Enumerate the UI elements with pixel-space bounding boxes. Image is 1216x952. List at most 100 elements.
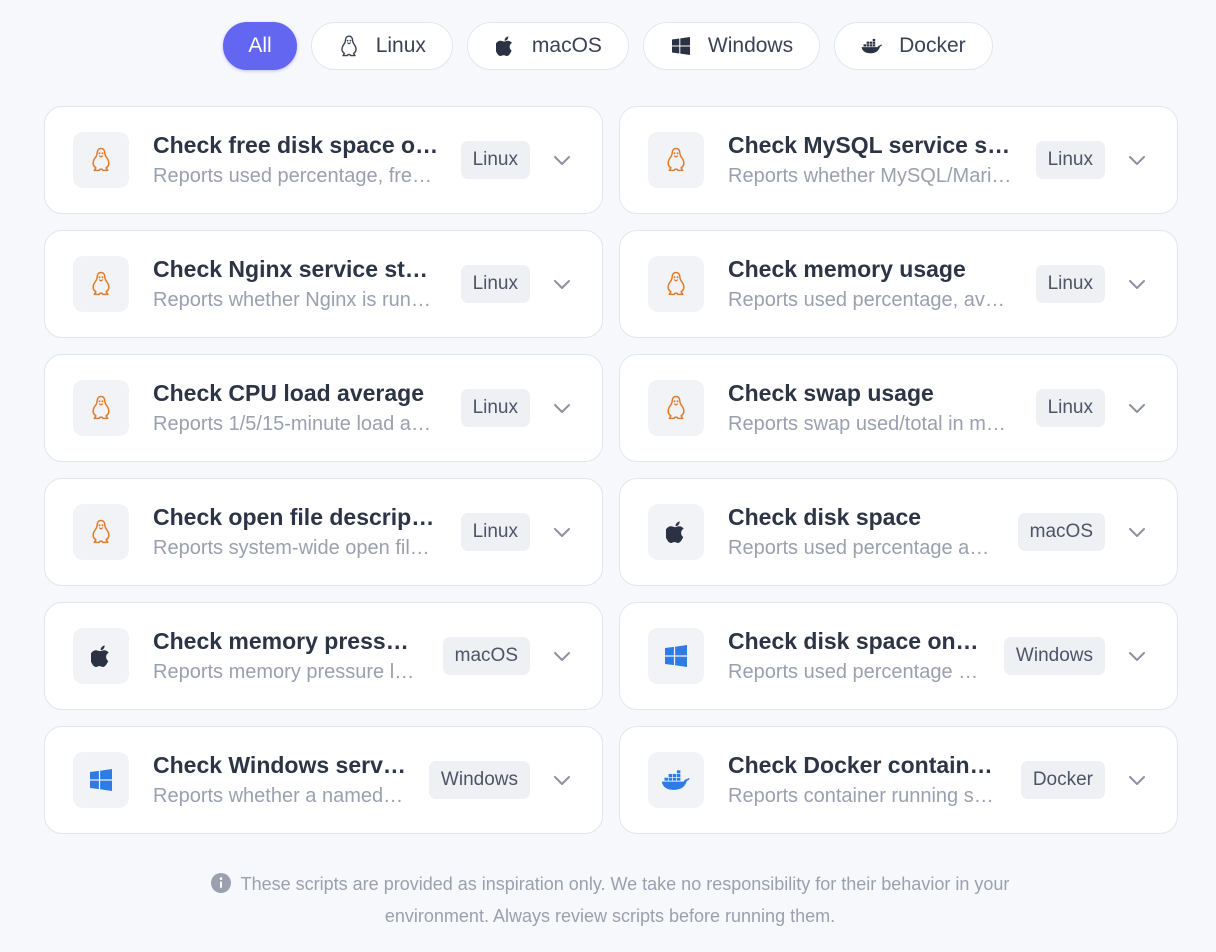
info-icon [210, 873, 231, 893]
linux-icon [667, 395, 685, 420]
script-description: Reports 1/5/15-minute load averages [153, 413, 439, 435]
filter-label: macOS [531, 34, 602, 57]
chevron-down-icon[interactable] [552, 770, 572, 790]
script-card[interactable]: Check Nginx service status Reports wheth… [44, 230, 603, 338]
script-title: Check Nginx service status [153, 256, 439, 282]
script-description: Reports system-wide open file descriptor… [153, 537, 439, 559]
script-title: Check Docker container status [728, 752, 999, 778]
linux-icon [92, 147, 110, 172]
os-badge: Docker [1020, 761, 1105, 799]
script-os-icon-box [73, 628, 129, 684]
chevron-down-icon[interactable] [552, 150, 572, 170]
chevron-down-icon[interactable] [552, 646, 572, 666]
script-os-icon-box [648, 504, 704, 560]
os-badge: Linux [1035, 265, 1105, 303]
script-os-icon-box [73, 504, 129, 560]
os-filter-bar: All Linux macOS Windows Docker [0, 22, 1216, 70]
script-description: Reports used percentage and free space [728, 537, 996, 559]
script-title: Check memory pressure [153, 628, 421, 654]
script-card[interactable]: Check MySQL service status Reports wheth… [619, 106, 1178, 214]
script-description: Reports used percentage, free space [153, 165, 439, 187]
script-description: Reports container running state [728, 785, 999, 807]
os-badge: Windows [1003, 637, 1105, 675]
apple-icon [666, 521, 685, 543]
apple-icon [494, 35, 516, 57]
script-title: Check Windows service status [153, 752, 407, 778]
linux-icon [667, 147, 685, 172]
script-card[interactable]: Check swap usage Reports swap used/total… [619, 354, 1178, 462]
filter-all[interactable]: All [223, 22, 297, 70]
script-title: Check memory usage [728, 256, 966, 282]
docker-icon [861, 35, 883, 57]
script-card[interactable]: Check disk space Reports used percentage… [619, 478, 1178, 586]
script-title: Check MySQL service status [728, 132, 1014, 158]
linux-icon [92, 395, 110, 420]
os-badge: Linux [460, 265, 530, 303]
script-os-icon-box [73, 752, 129, 808]
script-description: Reports memory pressure level [153, 661, 421, 683]
linux-icon [92, 271, 110, 296]
script-title: Check disk space on C: [728, 628, 982, 654]
chevron-down-icon[interactable] [1127, 522, 1147, 542]
chevron-down-icon[interactable] [1127, 398, 1147, 418]
os-badge: Windows [428, 761, 530, 799]
filter-docker[interactable]: Docker [834, 22, 993, 70]
os-badge: macOS [1017, 513, 1105, 551]
chevron-down-icon[interactable] [552, 274, 572, 294]
script-title: Check disk space [728, 504, 922, 530]
script-os-icon-box [648, 628, 704, 684]
docker-icon [661, 770, 690, 790]
os-badge: Linux [1035, 141, 1105, 179]
script-os-icon-box [648, 380, 704, 436]
disclaimer: These scripts are provided as inspiratio… [170, 868, 1050, 932]
script-card[interactable]: Check CPU load average Reports 1/5/15-mi… [44, 354, 603, 462]
linux-icon [667, 271, 685, 296]
linux-icon [338, 35, 360, 57]
script-os-icon-box [73, 256, 129, 312]
script-description: Reports swap used/total in megabytes [728, 413, 1014, 435]
script-title: Check CPU load average [153, 380, 425, 406]
os-badge: macOS [442, 637, 530, 675]
linux-icon [92, 519, 110, 544]
script-os-icon-box [73, 132, 129, 188]
script-card[interactable]: Check free disk space on root Reports us… [44, 106, 603, 214]
script-title: Check open file descriptors [153, 504, 439, 530]
script-description: Reports used percentage, available memor… [728, 289, 1014, 311]
script-os-icon-box [648, 752, 704, 808]
script-card[interactable]: Check memory pressure Reports memory pre… [44, 602, 603, 710]
chevron-down-icon[interactable] [552, 398, 572, 418]
chevron-down-icon[interactable] [552, 522, 572, 542]
script-description: Reports whether MySQL/MariaDB is running [728, 165, 1014, 187]
script-os-icon-box [648, 132, 704, 188]
script-title: Check swap usage [728, 380, 934, 406]
script-card[interactable]: Check Windows service status Reports whe… [44, 726, 603, 834]
script-card[interactable]: Check memory usage Reports used percenta… [619, 230, 1178, 338]
os-badge: Linux [460, 141, 530, 179]
os-badge: Linux [1035, 389, 1105, 427]
script-card[interactable]: Check disk space on C: Reports used perc… [619, 602, 1178, 710]
script-title: Check free disk space on root [153, 132, 439, 158]
filter-label: All [248, 34, 272, 57]
filter-windows[interactable]: Windows [642, 22, 821, 70]
chevron-down-icon[interactable] [1127, 770, 1147, 790]
disclaimer-text: These scripts are provided as inspiratio… [240, 874, 1010, 926]
script-card[interactable]: Check open file descriptors Reports syst… [44, 478, 603, 586]
windows-icon [90, 769, 112, 791]
script-description: Reports whether a named service is runni… [153, 785, 407, 807]
script-description: Reports used percentage and free space [728, 661, 982, 683]
os-badge: Linux [460, 389, 530, 427]
filter-label: Linux [375, 34, 426, 57]
script-os-icon-box [648, 256, 704, 312]
filter-macos[interactable]: macOS [466, 22, 629, 70]
filter-linux[interactable]: Linux [310, 22, 453, 70]
os-badge: Linux [460, 513, 530, 551]
filter-label: Docker [899, 34, 966, 57]
windows-icon [665, 645, 687, 667]
chevron-down-icon[interactable] [1127, 646, 1147, 666]
chevron-down-icon[interactable] [1127, 274, 1147, 294]
chevron-down-icon[interactable] [1127, 150, 1147, 170]
windows-icon [670, 35, 692, 57]
apple-icon [91, 645, 110, 667]
script-description: Reports whether Nginx is running [153, 289, 439, 311]
script-card[interactable]: Check Docker container status Reports co… [619, 726, 1178, 834]
